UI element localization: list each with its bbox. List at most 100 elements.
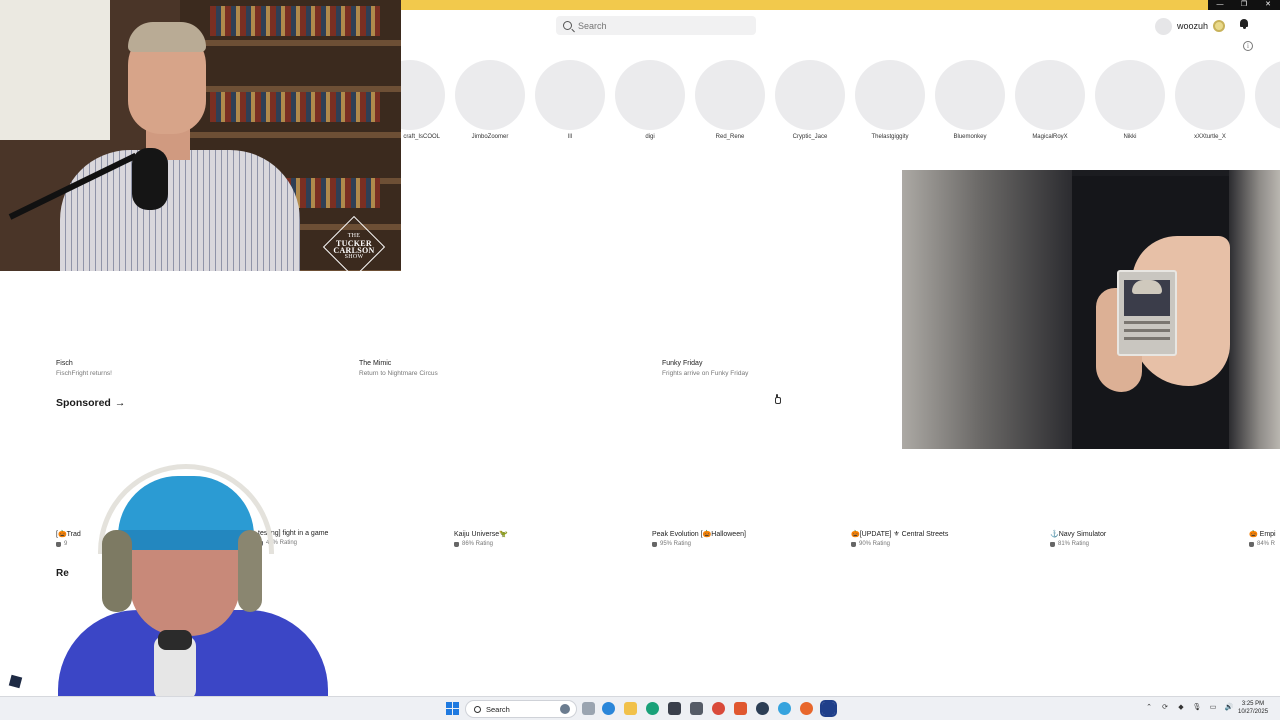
game-card[interactable]: Kaiju Universe🦖 86% Rating xyxy=(454,530,508,547)
avatar[interactable] xyxy=(1155,17,1172,35)
notification-bell-icon[interactable] xyxy=(1239,19,1249,29)
friend-tile[interactable]: Bluemonkey xyxy=(935,60,1005,140)
friend-tile[interactable]: MagicalRoyX xyxy=(1015,60,1085,140)
telegram-icon[interactable] xyxy=(778,702,791,715)
event-title[interactable]: Funky Friday xyxy=(662,360,748,367)
game-rating: 81% Rating xyxy=(1050,541,1106,547)
copilot-icon[interactable] xyxy=(602,702,615,715)
edge-icon[interactable] xyxy=(646,702,659,715)
event-card[interactable]: Fisch FischFright returns! xyxy=(56,360,112,377)
friend-name[interactable]: digi xyxy=(615,134,685,140)
event-card[interactable]: Funky Friday Frights arrive on Funky Fri… xyxy=(662,360,748,377)
user-menu[interactable]: woozuh xyxy=(1155,17,1226,35)
game-rating: 84% R xyxy=(1249,541,1280,547)
info-icon[interactable]: i xyxy=(1243,41,1253,51)
event-card[interactable]: The Mimic Return to Nightmare Circus xyxy=(359,360,438,377)
logo-text: SHOW xyxy=(344,254,364,260)
friend-name[interactable]: MagicalRoyX xyxy=(1015,134,1085,140)
friend-tile[interactable]: xXXturtle_X xyxy=(1175,60,1245,140)
game-title[interactable]: Peak Evolution [🎃Halloween] xyxy=(652,530,746,538)
advertisement-image[interactable] xyxy=(902,170,1280,449)
task-view-icon[interactable] xyxy=(582,702,595,715)
friend-tile[interactable]: Thelastgiggity xyxy=(855,60,925,140)
windows-start-icon[interactable] xyxy=(446,702,459,715)
friend-tile[interactable] xyxy=(1255,60,1280,130)
friend-name[interactable]: Nikki xyxy=(1095,134,1165,140)
microphone-image xyxy=(132,148,168,210)
window-controls: — ❐ ✕ xyxy=(1208,0,1280,10)
chrome-icon[interactable] xyxy=(712,702,725,715)
search-icon xyxy=(563,21,572,30)
roblox-icon[interactable] xyxy=(820,700,837,717)
roblox-logo-icon[interactable] xyxy=(8,674,23,689)
friend-avatar[interactable] xyxy=(455,60,525,130)
clock-date: 10/27/2025 xyxy=(1238,709,1269,715)
taskbar: Search ⌃ ⟳ ◆ 🎙 ▭ 🔊 3:25 PM 10/27/2025 xyxy=(0,696,1280,720)
logo-text: CARLSON xyxy=(333,246,375,255)
snipping-icon[interactable] xyxy=(690,702,703,715)
file-explorer-icon[interactable] xyxy=(624,702,637,715)
thumbs-up-icon xyxy=(454,541,459,547)
friend-name[interactable]: lll xyxy=(535,134,605,140)
friend-avatar[interactable] xyxy=(535,60,605,130)
microphone-icon[interactable]: 🎙 xyxy=(1192,703,1202,713)
search-bar[interactable] xyxy=(556,16,756,35)
friend-avatar[interactable] xyxy=(775,60,845,130)
event-title[interactable]: The Mimic xyxy=(359,360,438,367)
friend-avatar[interactable] xyxy=(695,60,765,130)
friend-avatar[interactable] xyxy=(935,60,1005,130)
minimize-button[interactable]: — xyxy=(1208,0,1232,10)
webcam-overlay-host: THE TUCKER CARLSON SHOW xyxy=(0,0,401,271)
friend-tile[interactable]: JimboZoomer xyxy=(455,60,525,140)
game-card[interactable]: Peak Evolution [🎃Halloween] 95% Rating xyxy=(652,530,746,547)
rating-text: 86% Rating xyxy=(462,541,494,547)
store-icon[interactable] xyxy=(668,702,681,715)
event-title[interactable]: Fisch xyxy=(56,360,112,367)
taskbar-clock[interactable]: 3:25 PM 10/27/2025 xyxy=(1238,700,1268,716)
network-icon[interactable]: ▭ xyxy=(1208,703,1218,713)
app-tray-icon[interactable]: ◆ xyxy=(1176,703,1186,713)
steam-icon[interactable] xyxy=(756,702,769,715)
username[interactable]: woozuh xyxy=(1177,21,1208,31)
friend-tile[interactable]: Cryptic_Jace xyxy=(775,60,845,140)
friend-tile[interactable]: digi xyxy=(615,60,685,140)
friend-avatar[interactable] xyxy=(1015,60,1085,130)
friend-name[interactable]: Bluemonkey xyxy=(935,134,1005,140)
friend-tile[interactable]: Nikki xyxy=(1095,60,1165,140)
game-rating: 95% Rating xyxy=(652,541,746,547)
friend-name[interactable]: JimboZoomer xyxy=(455,134,525,140)
friend-tile[interactable]: lll xyxy=(535,60,605,140)
sponsored-section-link[interactable]: Sponsored → xyxy=(56,397,125,409)
friend-name[interactable]: Red_Rene xyxy=(695,134,765,140)
friend-tile[interactable]: Red_Rene xyxy=(695,60,765,140)
game-title[interactable]: ⚓Navy Simulator xyxy=(1050,530,1106,538)
friend-avatar[interactable] xyxy=(1255,60,1280,130)
game-card[interactable]: 🎃[UPDATE] ⚜ Central Streets 90% Rating xyxy=(851,530,948,547)
taskbar-search[interactable]: Search xyxy=(465,700,577,718)
chevron-up-icon[interactable]: ⌃ xyxy=(1144,703,1154,713)
friend-name[interactable]: Thelastgiggity xyxy=(855,134,925,140)
game-title[interactable]: 🎃 Empi xyxy=(1249,530,1280,538)
game-title[interactable]: 🎃[UPDATE] ⚜ Central Streets xyxy=(851,530,948,538)
volume-icon[interactable]: 🔊 xyxy=(1224,703,1234,713)
friend-avatar[interactable] xyxy=(855,60,925,130)
search-input[interactable] xyxy=(578,20,748,31)
friend-avatar[interactable] xyxy=(1175,60,1245,130)
friend-name[interactable]: xXXturtle_X xyxy=(1175,134,1245,140)
person-image xyxy=(60,150,300,271)
thumbs-up-icon xyxy=(1249,541,1254,547)
brave-icon[interactable] xyxy=(734,702,747,715)
game-card[interactable]: 🎃 Empi 84% R xyxy=(1249,530,1280,547)
game-card[interactable]: ⚓Navy Simulator 81% Rating xyxy=(1050,530,1106,547)
robux-icon[interactable] xyxy=(1213,20,1226,32)
restore-button[interactable]: ❐ xyxy=(1232,0,1256,10)
rating-text: 90% Rating xyxy=(859,541,891,547)
friend-avatar[interactable] xyxy=(1095,60,1165,130)
sync-icon[interactable]: ⟳ xyxy=(1160,703,1170,713)
game-title[interactable]: Kaiju Universe🦖 xyxy=(454,530,508,538)
close-button[interactable]: ✕ xyxy=(1256,0,1280,10)
firefox-icon[interactable] xyxy=(800,702,813,715)
sponsored-label[interactable]: Sponsored xyxy=(56,397,111,409)
friend-name[interactable]: Cryptic_Jace xyxy=(775,134,845,140)
friend-avatar[interactable] xyxy=(615,60,685,130)
